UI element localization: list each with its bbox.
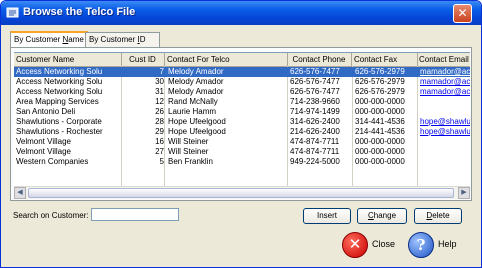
column-header-cust-id[interactable]: Cust ID — [121, 53, 165, 66]
cell-fax: 000-000-0000 — [355, 137, 405, 146]
cell-fax: 000-000-0000 — [355, 97, 405, 106]
cell-phone: 474-874-7711 — [290, 137, 340, 146]
cell-phone: 314-626-2400 — [290, 117, 340, 126]
database-icon — [6, 7, 19, 18]
cell-email[interactable]: mamador@ac — [418, 77, 470, 87]
cell-id: 27 — [155, 147, 164, 156]
cell-id: 28 — [155, 117, 164, 126]
cell-contact: Laurie Hamm — [168, 107, 217, 116]
cell-id: 16 — [155, 137, 164, 146]
table-row[interactable]: Shawlutions - Corporate 28 Hope Ufeelgood 3… — [14, 117, 470, 127]
table-row[interactable]: Area Mapping Services 12 Rand McNally 714-2… — [14, 97, 470, 107]
cell-phone: 626-576-7477 — [290, 77, 340, 86]
help-button-label[interactable]: Help — [438, 239, 457, 249]
cell-contact: Will Steiner — [168, 147, 209, 156]
table-row[interactable]: Access Networking Solu 7 Melody Amador 626-… — [14, 67, 470, 77]
cell-id: 12 — [155, 97, 164, 106]
tab-by-customer-name[interactable]: By Customer Name — [10, 31, 88, 48]
cell-phone: 714-974-1499 — [290, 107, 340, 116]
search-label: Search on Customer: — [13, 211, 89, 220]
cell-email — [418, 147, 470, 157]
cell-contact: Melody Amador — [168, 67, 224, 76]
help-question-icon[interactable]: ? — [408, 232, 434, 258]
delete-button[interactable]: Delete — [414, 208, 462, 224]
column-header-contact[interactable]: Contact For Telco — [165, 53, 288, 66]
cell-id: 26 — [155, 107, 164, 116]
cell-email[interactable]: mamador@ac — [418, 67, 470, 77]
cell-fax: 626-576-2979 — [355, 87, 405, 96]
window-title: Browse the Telco File — [23, 6, 136, 18]
cell-phone: 949-224-5000 — [290, 157, 340, 166]
table-row[interactable]: Shawlutions - Rochester 29 Hope Ufeelgood 2… — [14, 127, 470, 137]
cell-fax: 626-576-2979 — [355, 77, 405, 86]
column-header-fax[interactable]: Contact Fax — [352, 53, 418, 66]
search-customer-input[interactable] — [91, 208, 179, 221]
close-button-label[interactable]: Close — [372, 239, 395, 249]
table-header: Customer Name Cust ID Contact For Telco … — [14, 53, 470, 67]
cell-contact: Rand McNally — [168, 97, 218, 106]
table-row[interactable]: Access Networking Solu 30 Melody Amador 626… — [14, 77, 470, 87]
change-button[interactable]: Change — [357, 208, 407, 224]
cell-contact: Melody Amador — [168, 87, 224, 96]
cell-fax: 626-576-2979 — [355, 67, 405, 76]
browse-telco-window: Browse the Telco File ✕ By Customer Name… — [0, 0, 482, 268]
table-row[interactable]: Velmont Village 27 Will Steiner 474-874-771… — [14, 147, 470, 157]
cell-fax: 000-000-0000 — [355, 157, 405, 166]
scrollbar-thumb[interactable] — [28, 188, 454, 198]
cell-fax: 214-441-4536 — [355, 127, 405, 136]
close-x-icon[interactable]: ✕ — [342, 232, 368, 258]
cell-name: Area Mapping Services — [16, 97, 99, 106]
cell-email[interactable]: hope@shawlu — [418, 127, 470, 137]
cell-contact: Will Steiner — [168, 137, 209, 146]
window-close-button[interactable]: ✕ — [453, 4, 472, 23]
table-row[interactable]: Access Networking Solu 31 Melody Amador 626… — [14, 87, 470, 97]
tab-by-customer-id[interactable]: By Customer ID — [85, 32, 160, 47]
table-row[interactable]: Velmont Village 16 Will Steiner 474-874-771… — [14, 137, 470, 147]
cell-name: Shawlutions - Rochester — [16, 127, 103, 136]
cell-email[interactable]: hope@shawlu — [418, 117, 470, 127]
column-header-customer-name[interactable]: Customer Name — [14, 53, 122, 66]
column-header-email[interactable]: Contact Email — [417, 53, 470, 66]
cell-name: Velmont Village — [16, 147, 71, 156]
cell-id: 29 — [155, 127, 164, 136]
cell-email — [418, 157, 470, 167]
table-row[interactable]: Western Companies 5 Ben Franklin 949-224-50… — [14, 157, 470, 167]
cell-id: 31 — [155, 87, 164, 96]
cell-name: Western Companies — [16, 157, 89, 166]
cell-contact: Ben Franklin — [168, 157, 213, 166]
title-bar[interactable]: Browse the Telco File ✕ — [1, 1, 481, 25]
cell-phone: 474-874-7711 — [290, 147, 340, 156]
cell-email — [418, 137, 470, 147]
cell-id: 7 — [159, 67, 164, 76]
cell-phone: 214-626-2400 — [290, 127, 340, 136]
cell-id: 5 — [159, 157, 164, 166]
scroll-left-icon[interactable]: ◀ — [14, 187, 26, 199]
customer-table[interactable]: Customer Name Cust ID Contact For Telco … — [14, 52, 470, 187]
cell-id: 30 — [155, 77, 164, 86]
cell-phone: 626-576-7477 — [290, 87, 340, 96]
cell-fax: 000-000-0000 — [355, 107, 405, 116]
cell-fax: 000-000-0000 — [355, 147, 405, 156]
cell-fax: 314-441-4536 — [355, 117, 405, 126]
cell-email — [418, 97, 470, 107]
insert-button[interactable]: Insert — [303, 208, 351, 224]
horizontal-scrollbar[interactable]: ◀ ▶ — [14, 186, 470, 199]
cell-name: Shawlutions - Corporate — [16, 117, 102, 126]
cell-phone: 714-238-9660 — [290, 97, 340, 106]
cell-name: Access Networking Solu — [16, 77, 103, 86]
cell-name: San Antonio Deli — [16, 107, 76, 116]
table-row[interactable]: San Antonio Deli 26 Laurie Hamm 714-974-149… — [14, 107, 470, 117]
cell-contact: Hope Ufeelgood — [168, 127, 226, 136]
column-header-phone[interactable]: Contact Phone — [287, 53, 352, 66]
scroll-right-icon[interactable]: ▶ — [458, 187, 470, 199]
cell-name: Access Networking Solu — [16, 87, 103, 96]
cell-name: Access Networking Solu — [16, 67, 103, 76]
cell-contact: Melody Amador — [168, 77, 224, 86]
cell-email — [418, 107, 470, 117]
cell-contact: Hope Ufeelgood — [168, 117, 226, 126]
cell-phone: 626-576-7477 — [290, 67, 340, 76]
cell-name: Velmont Village — [16, 137, 71, 146]
cell-email[interactable]: mamador@ac — [418, 87, 470, 97]
tab-panel: Customer Name Cust ID Contact For Telco … — [10, 47, 472, 201]
